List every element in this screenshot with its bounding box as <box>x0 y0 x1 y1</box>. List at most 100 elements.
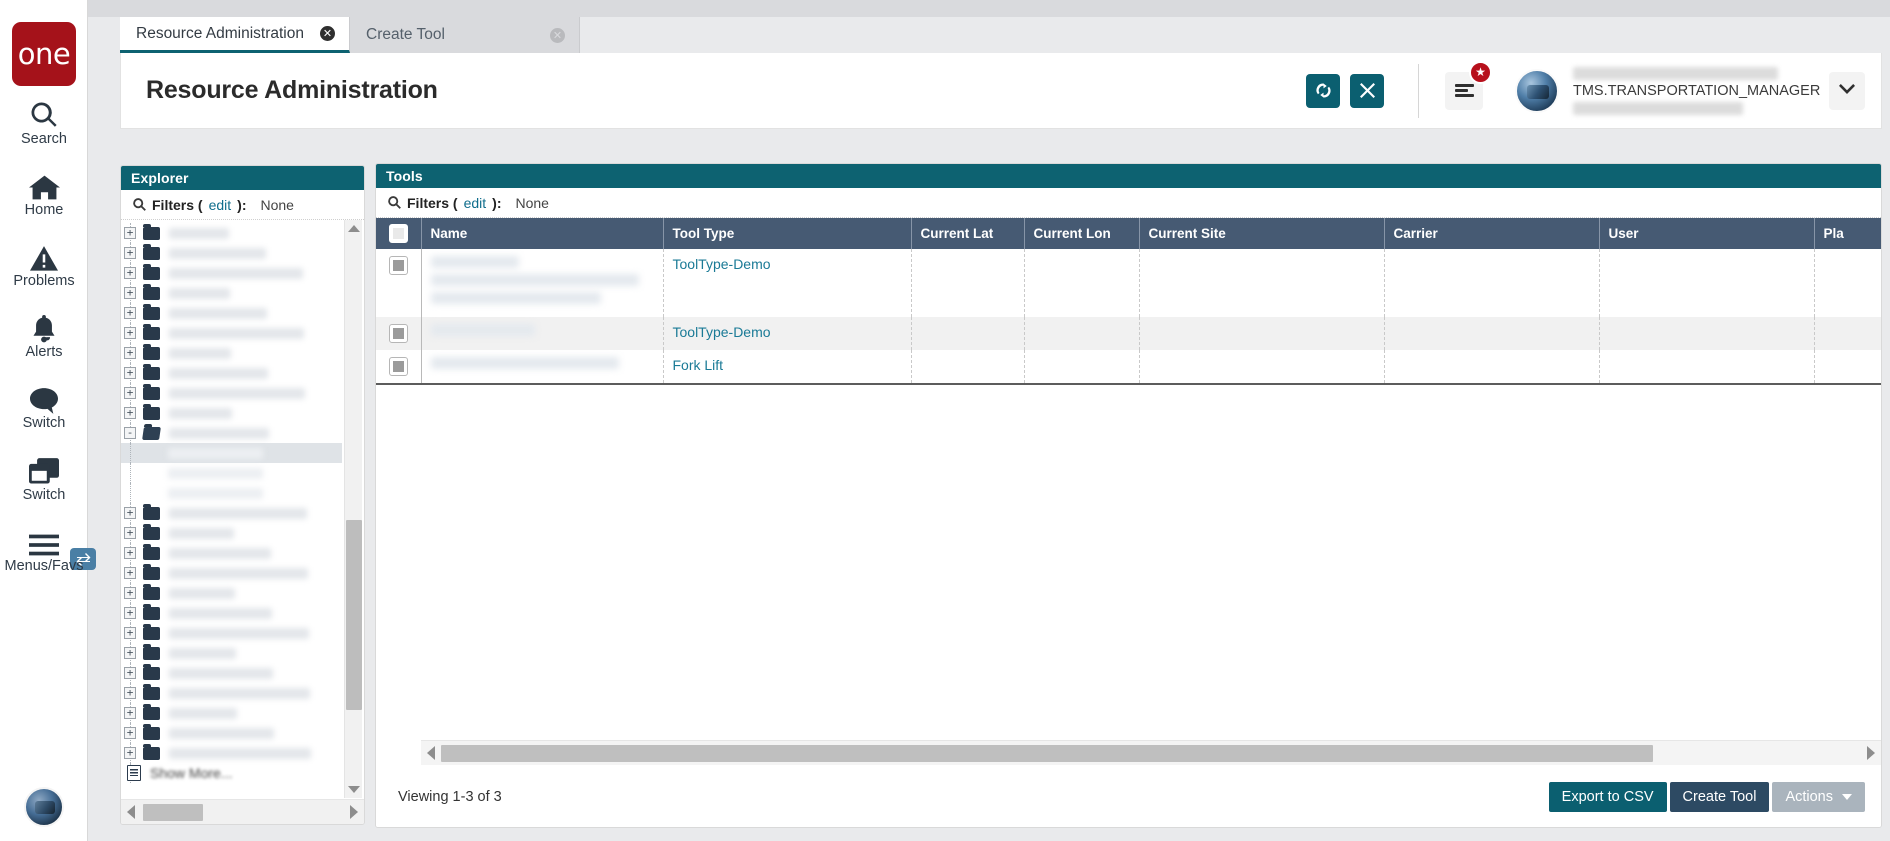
tree-node[interactable]: + <box>121 603 342 623</box>
tree-node[interactable]: + <box>121 223 342 243</box>
expand-icon[interactable]: + <box>124 307 136 319</box>
expand-icon[interactable]: + <box>124 587 136 599</box>
cell-carrier[interactable] <box>1384 249 1600 317</box>
cell-current-site[interactable] <box>1139 249 1385 317</box>
tree-node[interactable]: + <box>121 643 342 663</box>
cell-carrier[interactable] <box>1384 317 1600 350</box>
tree-node[interactable]: + <box>121 403 342 423</box>
avatar[interactable] <box>1515 68 1559 113</box>
cell-current-site[interactable] <box>1139 350 1385 385</box>
cell-carrier[interactable] <box>1384 350 1600 385</box>
expand-icon[interactable]: + <box>124 527 136 539</box>
expand-icon[interactable]: + <box>124 387 136 399</box>
tree-node[interactable]: + <box>121 363 342 383</box>
cell-plate[interactable] <box>1814 350 1881 385</box>
close-icon[interactable]: ✕ <box>550 27 565 43</box>
column-header-user[interactable]: User <box>1599 218 1815 249</box>
expand-icon[interactable]: + <box>124 507 136 519</box>
tree-node[interactable]: + <box>121 243 342 263</box>
cell-tool-type[interactable]: ToolType-Demo <box>663 317 912 350</box>
close-icon[interactable]: ✕ <box>320 26 335 41</box>
actions-button[interactable]: Actions <box>1772 782 1865 812</box>
cell-user[interactable] <box>1599 249 1815 317</box>
column-header-name[interactable]: Name <box>421 218 664 249</box>
tree-node[interactable]: + <box>121 743 342 763</box>
tool-type-link[interactable]: ToolType-Demo <box>673 324 771 340</box>
cell-name[interactable] <box>421 317 664 350</box>
expand-icon[interactable]: + <box>124 327 136 339</box>
expand-icon[interactable]: + <box>124 227 136 239</box>
export-to-csv-button[interactable]: Export to CSV <box>1548 782 1667 812</box>
expand-icon[interactable]: + <box>124 667 136 679</box>
tab-resource-administration[interactable]: Resource Administration ✕ <box>120 17 350 53</box>
cell-current-lon[interactable] <box>1024 249 1140 317</box>
expand-icon[interactable]: + <box>124 647 136 659</box>
cell-current-site[interactable] <box>1139 317 1385 350</box>
scroll-up-arrow[interactable] <box>345 220 363 237</box>
expand-icon[interactable]: + <box>124 687 136 699</box>
column-header-pla[interactable]: Pla <box>1814 218 1881 249</box>
explorer-vertical-scrollbar[interactable] <box>344 220 362 798</box>
tree-node[interactable] <box>121 463 342 483</box>
tree-node[interactable]: + <box>121 503 342 523</box>
select-all-checkbox[interactable] <box>388 224 408 243</box>
filters-edit-link[interactable]: edit <box>464 195 487 211</box>
tree-node[interactable] <box>121 483 342 503</box>
tree-node[interactable]: + <box>121 663 342 683</box>
row-select-cell[interactable] <box>376 350 422 385</box>
tree-node[interactable]: + <box>121 283 342 303</box>
tree-node[interactable]: + <box>121 543 342 563</box>
create-tool-button[interactable]: Create Tool <box>1669 782 1770 812</box>
expand-icon[interactable]: + <box>124 347 136 359</box>
header-menu-button[interactable]: ★ <box>1445 60 1492 110</box>
sidebar-item-chats[interactable]: Switch <box>0 380 88 432</box>
column-header-current-lat[interactable]: Current Lat <box>911 218 1025 249</box>
show-more-node[interactable]: Show More... <box>121 763 342 783</box>
expand-icon[interactable]: + <box>124 607 136 619</box>
row-checkbox[interactable] <box>388 357 408 376</box>
tree-node[interactable]: + <box>121 723 342 743</box>
cell-plate[interactable] <box>1814 317 1881 350</box>
column-header-current-site[interactable]: Current Site <box>1139 218 1385 249</box>
cell-user[interactable] <box>1599 317 1815 350</box>
tree-node[interactable]: + <box>121 583 342 603</box>
tree-node[interactable]: + <box>121 563 342 583</box>
filters-edit-link[interactable]: edit <box>209 197 232 213</box>
tree-node[interactable]: + <box>121 703 342 723</box>
tool-type-link[interactable]: ToolType-Demo <box>673 256 771 272</box>
table-row[interactable]: ToolType-Demo <box>376 317 1881 350</box>
table-row[interactable]: ToolType-Demo <box>376 249 1881 317</box>
cell-current-lat[interactable] <box>911 249 1025 317</box>
expand-icon[interactable]: + <box>124 627 136 639</box>
collapse-icon[interactable]: - <box>124 427 136 439</box>
tab-create-tool[interactable]: Create Tool ✕ <box>350 17 580 53</box>
tree-node[interactable]: + <box>121 623 342 643</box>
cell-current-lon[interactable] <box>1024 317 1140 350</box>
row-select-cell[interactable] <box>376 317 422 350</box>
expand-icon[interactable]: + <box>124 547 136 559</box>
sidebar-item-problems[interactable]: Problems <box>0 238 88 290</box>
cell-name[interactable] <box>421 249 664 317</box>
sidebar-item-switch[interactable]: Switch <box>0 452 88 504</box>
cell-plate[interactable] <box>1814 249 1881 317</box>
tree-node[interactable]: + <box>121 303 342 323</box>
expand-icon[interactable]: + <box>124 287 136 299</box>
cell-current-lat[interactable] <box>911 350 1025 385</box>
expand-icon[interactable]: + <box>124 747 136 759</box>
scrollbar-thumb[interactable] <box>441 745 1653 762</box>
expand-icon[interactable]: + <box>124 727 136 739</box>
table-row[interactable]: Fork Lift <box>376 350 1881 385</box>
column-header-carrier[interactable]: Carrier <box>1384 218 1600 249</box>
cell-name[interactable] <box>421 350 664 385</box>
tree-node[interactable]: - <box>121 423 342 443</box>
user-menu-button[interactable] <box>1829 71 1865 110</box>
tree-node[interactable]: + <box>121 683 342 703</box>
scroll-right-arrow[interactable] <box>1861 741 1881 765</box>
scroll-right-arrow[interactable] <box>344 800 364 824</box>
scroll-left-arrow[interactable] <box>121 800 141 824</box>
select-all-header[interactable] <box>376 218 422 249</box>
close-page-button[interactable] <box>1350 73 1384 108</box>
scrollbar-thumb[interactable] <box>143 804 203 821</box>
expand-icon[interactable]: + <box>124 567 136 579</box>
row-checkbox[interactable] <box>388 256 408 275</box>
